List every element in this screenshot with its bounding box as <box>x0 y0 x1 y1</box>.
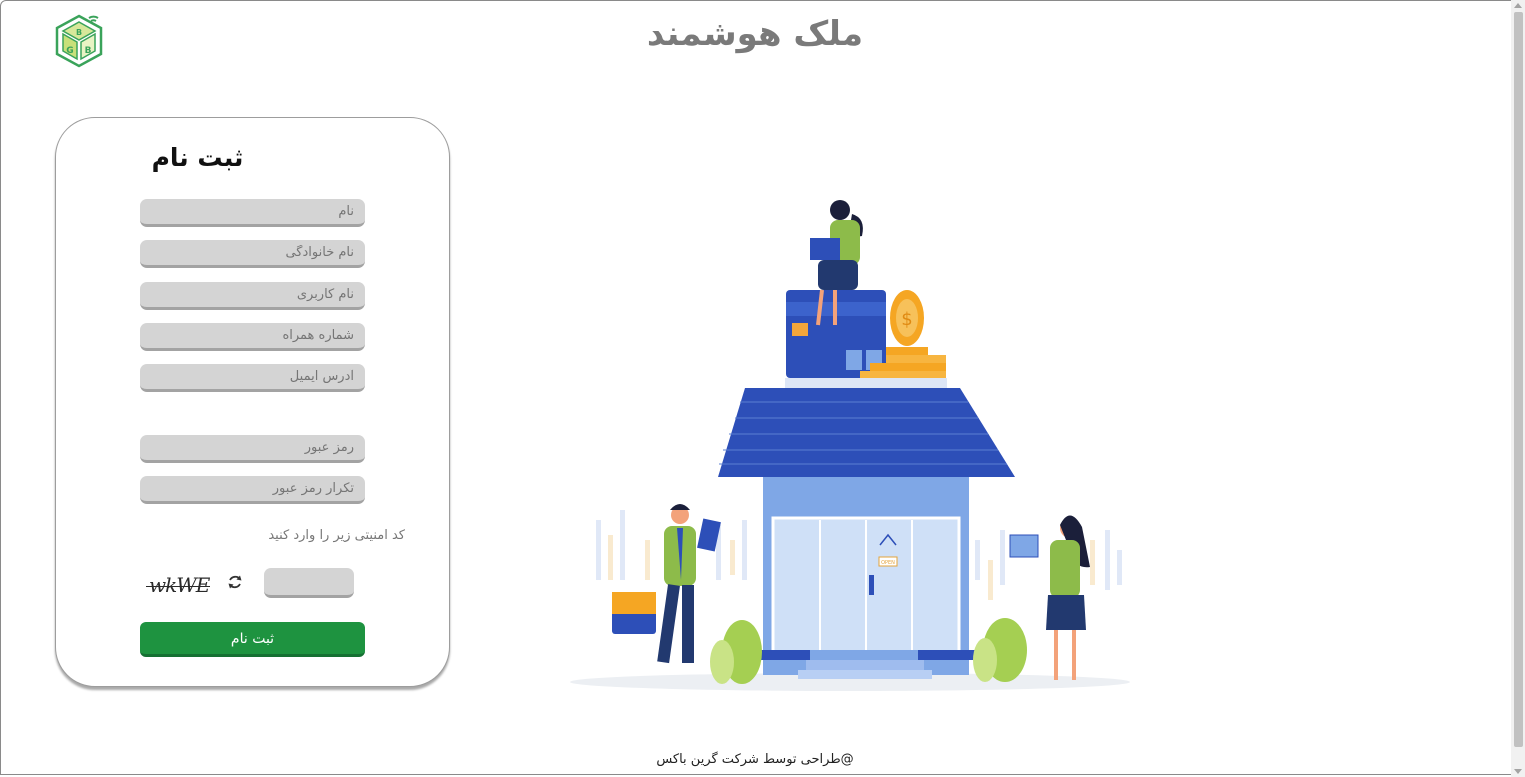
refresh-icon[interactable] <box>227 574 243 590</box>
mobile-field[interactable] <box>140 323 365 351</box>
footer-credit: @طراحی توسط شرکت گرین باکس <box>656 752 854 767</box>
scroll-up-arrow[interactable] <box>1514 3 1522 8</box>
captcha-input[interactable] <box>264 568 354 598</box>
password-confirm-field[interactable] <box>140 476 365 504</box>
site-title: ملک هوشمند <box>646 14 864 54</box>
scroll-down-arrow[interactable] <box>1514 769 1522 774</box>
svg-text:$: $ <box>901 309 912 330</box>
captcha-noise-line <box>146 586 210 587</box>
username-field[interactable] <box>140 282 365 310</box>
register-title: ثبت نام <box>151 143 244 172</box>
last-name-field[interactable] <box>140 240 365 268</box>
vertical-scrollbar[interactable] <box>1511 0 1525 777</box>
email-field[interactable] <box>140 364 365 392</box>
register-submit-button[interactable]: ثبت نام <box>140 622 365 657</box>
smart-property-illustration: OPEN $ <box>570 200 1130 691</box>
first-name-field[interactable] <box>140 199 365 227</box>
scrollbar-thumb[interactable] <box>1514 12 1523 747</box>
captcha-hint: کد امنیتی زیر را وارد کنید <box>268 528 405 543</box>
captcha-image: wkWE <box>149 573 210 597</box>
door-open-sign: OPEN <box>881 560 895 566</box>
password-field[interactable] <box>140 435 365 463</box>
